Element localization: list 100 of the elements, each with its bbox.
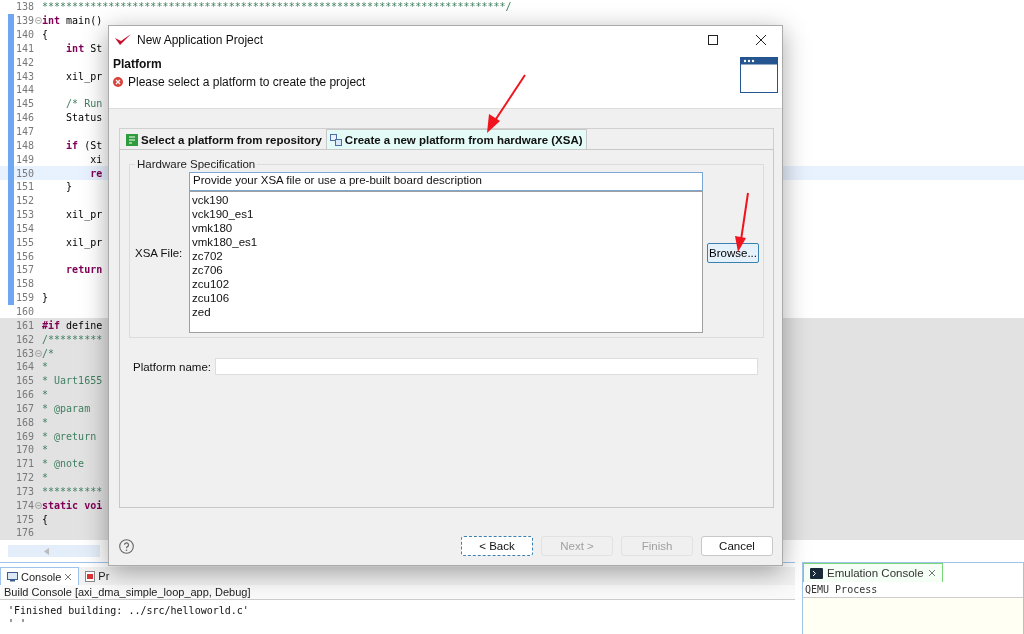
close-icon[interactable] [64, 572, 73, 581]
wizard-button[interactable]: < Back [461, 536, 533, 556]
monitor-icon [7, 571, 18, 582]
line-number: 158 [14, 278, 34, 290]
code-text: xi [89, 153, 103, 165]
line-number: 146 [14, 112, 34, 124]
fold-icon[interactable] [35, 17, 42, 25]
dialog-tab[interactable]: Create a new platform from hardware (XSA) [325, 129, 587, 149]
page-title: Platform [113, 57, 163, 71]
app-logo-icon [115, 33, 131, 46]
window-banner-icon [740, 57, 778, 93]
code-text: return [65, 264, 103, 276]
line-number: 141 [14, 42, 34, 54]
line-number: 172 [14, 472, 34, 484]
line-number: 166 [14, 389, 34, 401]
board-item[interactable]: vmk180 [192, 221, 700, 235]
console-output-line: 'Finished building: ../src/helloworld.c' [8, 604, 250, 617]
line-number: 170 [14, 444, 34, 456]
code-text: * Uart1655 [42, 375, 103, 387]
document-icon [85, 570, 96, 582]
line-number: 173 [14, 485, 34, 497]
code-text: * @param [42, 402, 91, 414]
code-text: * [42, 416, 49, 428]
code-text: int St [65, 42, 103, 54]
xsa-file-label: XSA File: [135, 246, 184, 259]
console-tab[interactable]: Console [0, 567, 80, 585]
code-text: ********** [42, 485, 103, 497]
close-icon[interactable] [927, 569, 936, 577]
code-text: /* Run [65, 98, 103, 110]
xsa-file-field[interactable]: Provide your XSA file or use a pre-built board description [189, 172, 703, 191]
line-number: 144 [14, 84, 34, 96]
terminal-icon [810, 567, 823, 579]
line-number: 165 [14, 375, 34, 387]
close-icon [756, 34, 766, 45]
annotation-arrow [487, 74, 526, 133]
board-item[interactable]: zcu106 [192, 291, 700, 305]
line-number: 139 [14, 15, 34, 27]
line-number: 174 [14, 499, 34, 511]
line-number: 152 [14, 195, 34, 207]
scroll-left-icon[interactable] [44, 547, 49, 555]
board-item[interactable]: vck190_es1 [192, 207, 700, 221]
line-number: 175 [14, 513, 34, 525]
maximize-icon [708, 34, 718, 45]
line-number: 160 [14, 306, 34, 317]
code-text: static voi [42, 499, 103, 511]
code-text: /********* [42, 333, 103, 345]
group-title: Hardware Specification [136, 158, 257, 170]
line-number: 150 [14, 167, 34, 179]
code-text: Status [65, 112, 103, 124]
line-number: 159 [14, 292, 34, 304]
line-number: 162 [14, 333, 34, 345]
board-item[interactable]: zc706 [192, 263, 700, 277]
line-number: 153 [14, 209, 34, 221]
repository-icon [126, 133, 138, 146]
platform-name-field[interactable] [215, 358, 758, 375]
help-icon[interactable] [119, 538, 134, 554]
board-item[interactable]: zc702 [192, 249, 700, 263]
line-number: 143 [14, 70, 34, 82]
fold-icon[interactable] [35, 501, 42, 509]
code-text: /* [42, 347, 55, 359]
horizontal-scrollbar[interactable] [8, 545, 100, 557]
code-text: { [42, 29, 49, 41]
board-item[interactable]: vck190 [192, 193, 700, 207]
console-title: Build Console [axi_dma_simple_loop_app, Debug] [0, 585, 795, 600]
line-number: 138 [14, 1, 34, 13]
code-text: *****************************************************************************/ [42, 1, 512, 13]
error-icon [113, 77, 123, 87]
line-number: 157 [14, 264, 34, 276]
code-text: #if define [42, 319, 103, 331]
code-text: * [42, 472, 49, 484]
window-title: New Application Project [137, 32, 265, 47]
code-text: } [65, 181, 73, 193]
line-number: 155 [14, 236, 34, 248]
line-number: 163 [14, 347, 34, 359]
code-text: * @return [42, 430, 97, 442]
line-number: 145 [14, 98, 34, 110]
emulation-console-tab[interactable]: Emulation Console [803, 563, 943, 582]
line-number: 148 [14, 139, 34, 151]
hardware-icon [329, 133, 342, 146]
line-number: 161 [14, 319, 34, 331]
code-text: xil_pr [65, 209, 103, 221]
code-text: * [42, 389, 49, 401]
code-text: if (St [65, 139, 103, 151]
board-item[interactable]: zed [192, 305, 700, 319]
wizard-button[interactable]: Cancel [701, 536, 773, 556]
code-text: int main() [42, 15, 103, 27]
code-text: { [42, 513, 49, 525]
code-text: * [42, 444, 49, 456]
line-number: 156 [14, 250, 34, 262]
platform-name-label: Platform name: [133, 360, 211, 373]
line-number: 164 [14, 361, 34, 373]
line-number: 154 [14, 222, 34, 234]
browse-button[interactable]: Browse... [707, 242, 759, 263]
fold-icon[interactable] [35, 349, 42, 357]
code-text: * @note [42, 458, 85, 470]
board-item[interactable]: zcu102 [192, 277, 700, 291]
console-tab[interactable]: Pr [79, 567, 116, 585]
line-number: 176 [14, 527, 34, 539]
board-item[interactable]: vmk180_es1 [192, 235, 700, 249]
code-text: re [89, 167, 103, 179]
